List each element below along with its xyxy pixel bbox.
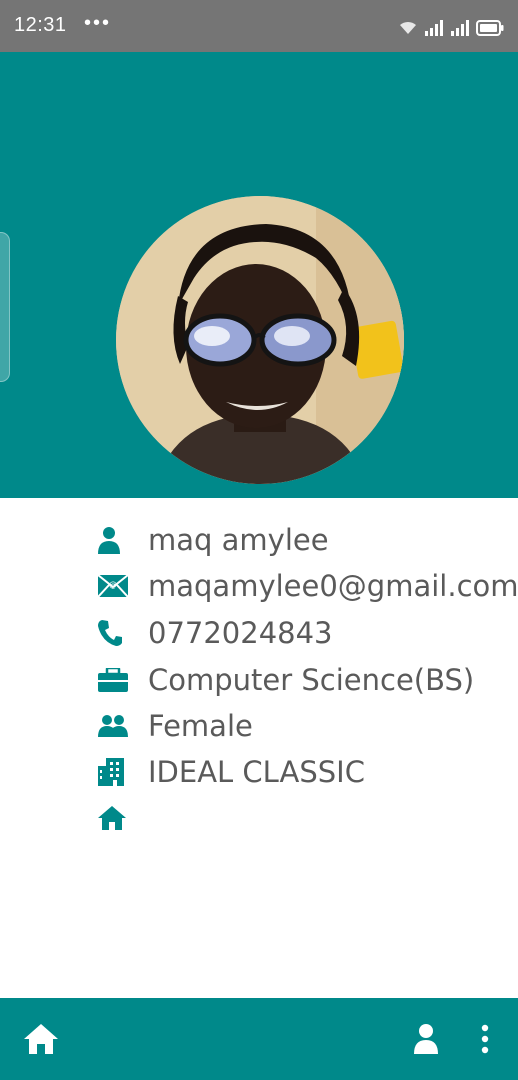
profile-name: maq amylee [148,523,329,557]
signal-icon-2 [451,20,469,36]
briefcase-icon [98,664,132,696]
name-row: maq amylee [98,520,329,560]
svg-text:@: @ [109,580,117,589]
bottom-app-bar [0,998,518,1080]
avatar-photo [116,196,404,484]
address-row [98,798,148,838]
course-row: Computer Science(BS) [98,660,474,700]
person-icon [98,524,132,556]
people-icon [98,710,132,742]
email-icon: @ [98,570,132,602]
profile-header [0,52,518,498]
email-row: @ maqamylee0@gmail.com [98,566,518,606]
profile-email: maqamylee0@gmail.com [148,569,518,603]
gender-row: Female [98,706,253,746]
profile-school: IDEAL CLASSIC [148,755,365,789]
profile-course: Computer Science(BS) [148,663,475,697]
status-bar: 12:31 ••• [0,0,518,52]
profile-gender: Female [148,709,253,743]
battery-icon [476,20,504,36]
more-vert-icon[interactable] [480,1024,490,1059]
phone-row: 0772024843 [98,613,333,653]
signal-icon [425,20,443,36]
home-icon [98,802,132,834]
status-time: 12:31 [14,14,67,36]
building-icon [98,756,132,788]
drawer-edge-handle[interactable] [0,232,10,382]
home-icon[interactable] [24,1024,58,1059]
school-row: IDEAL CLASSIC [98,752,365,792]
notification-dots: ••• [84,12,112,34]
person-icon[interactable] [414,1024,438,1059]
status-icons [398,14,504,36]
profile-avatar[interactable] [116,196,404,484]
profile-phone: 0772024843 [148,616,333,650]
phone-icon [98,617,132,649]
wifi-icon [400,21,416,34]
